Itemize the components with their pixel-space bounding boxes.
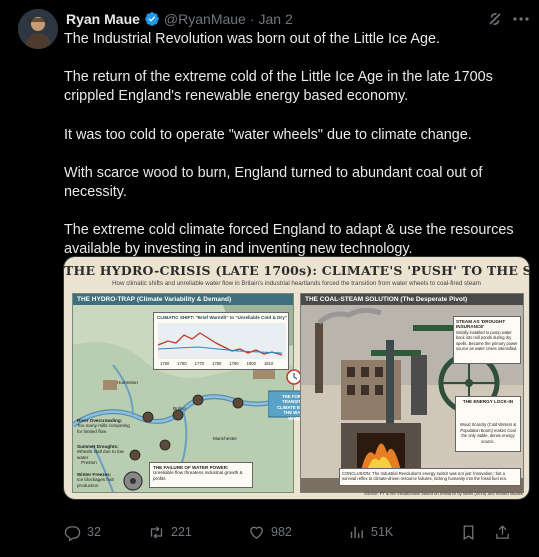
verified-badge-icon <box>144 11 160 27</box>
reply-button[interactable]: 32 <box>64 524 148 541</box>
infographic-image[interactable]: THE HYDRO-CRISIS (LATE 1700s): CLIMATE'S… <box>63 256 530 500</box>
coal-steam-header: THE COAL-STEAM SOLUTION (The Desperate P… <box>301 294 523 305</box>
place-label: Bolton <box>173 406 187 411</box>
year-tick: 1800 <box>246 361 256 366</box>
year-tick: 1810 <box>263 361 274 366</box>
year-tick: 1790 <box>229 361 239 366</box>
tweet-text: The Industrial Revolution was born out o… <box>64 30 524 279</box>
views-chart-icon <box>350 526 363 538</box>
climatic-shift-label: CLIMATIC SHIFT: "Brief Warmth" to "Unrel… <box>157 315 287 320</box>
timestamp[interactable]: Jan 2 <box>259 11 293 27</box>
reply-icon <box>64 525 81 541</box>
place-label: Preston <box>81 460 97 465</box>
hydro-trap-header: THE HYDRO-TRAP (Climate Variability & De… <box>73 294 293 305</box>
energy-lockin-box: THE ENERGY LOCK-IN Wood Scarcity (Cold W… <box>455 396 521 452</box>
coal-steam-panel: THE COAL-STEAM SOLUTION (The Desperate P… <box>300 293 524 493</box>
climatic-shift-chart: CLIMATIC SHIFT: "Brief Warmth" to "Unrel… <box>153 312 289 370</box>
repost-count: 221 <box>171 525 192 539</box>
views-button[interactable]: 51K <box>348 524 460 541</box>
avatar[interactable] <box>18 9 58 49</box>
place-label: Manchester <box>213 436 238 441</box>
share-button[interactable] <box>494 524 514 541</box>
like-count: 982 <box>271 525 292 539</box>
place-label: Humnston <box>117 380 138 385</box>
year-tick: 1770 <box>194 361 204 366</box>
separator: · <box>249 11 255 27</box>
bookmark-button[interactable] <box>460 524 494 541</box>
temperature-line <box>158 323 286 359</box>
share-icon <box>496 524 509 539</box>
source-note: Source: FT & NS Visualization based on r… <box>364 491 523 496</box>
reply-count: 32 <box>87 525 101 539</box>
year-tick: 1780 <box>211 361 222 366</box>
more-options-icon[interactable] <box>512 11 530 27</box>
tweet-header: Ryan Maue @RyanMaue · Jan 2 <box>66 9 293 29</box>
infographic-subtitle: How climatic shifts and unreliable water… <box>112 280 481 287</box>
like-button[interactable]: 982 <box>248 524 348 541</box>
repost-icon <box>150 525 163 539</box>
year-tick: 1760 <box>177 361 187 366</box>
hydro-trap-panel: THE HYDRO-TRAP (Climate Variability & De… <box>72 293 294 493</box>
year-tick: 1750 <box>160 361 170 366</box>
infographic-title: THE HYDRO-CRISIS (LATE 1700s): CLIMATE'S… <box>64 263 529 278</box>
handle[interactable]: @RyanMaue <box>164 11 246 27</box>
bookmark-icon <box>463 524 474 540</box>
winter-freezes-note: Winter Freezes: Ice blockages halt produc… <box>77 472 114 488</box>
river-overcrowding-note: River Overcrowding: Too many mills compet… <box>77 418 130 434</box>
summer-droughts-note: Summer Droughts: Wheels stall due to low … <box>77 444 124 460</box>
tweet: Ryan Maue @RyanMaue · Jan 2 The Industri… <box>0 0 539 557</box>
tweet-paragraph: With scarce wood to burn, England turned… <box>64 164 483 201</box>
grok-icon[interactable] <box>487 11 503 27</box>
conclusion-box: CONCLUSION: The Industrial Revolution's … <box>339 468 521 486</box>
drought-insurance-box: STEAM AS 'DROUGHT INSURANCE' Initially i… <box>453 316 521 364</box>
heart-icon <box>250 526 263 539</box>
tweet-paragraph: It was too cold to operate "water wheels… <box>64 126 472 143</box>
tweet-paragraph: The return of the extreme cold of the Li… <box>64 69 493 105</box>
author-name[interactable]: Ryan Maue <box>66 11 140 27</box>
failure-of-water-power-box: THE FAILURE OF WATER POWER: Unreliable f… <box>149 462 253 488</box>
repost-button[interactable]: 221 <box>148 524 248 541</box>
tweet-paragraph: The extreme cold climate forced England … <box>64 222 514 258</box>
tweet-paragraph: The Industrial Revolution was born out o… <box>64 31 440 47</box>
action-bar: 32 221 982 51K <box>64 522 530 542</box>
view-count: 51K <box>371 525 394 539</box>
